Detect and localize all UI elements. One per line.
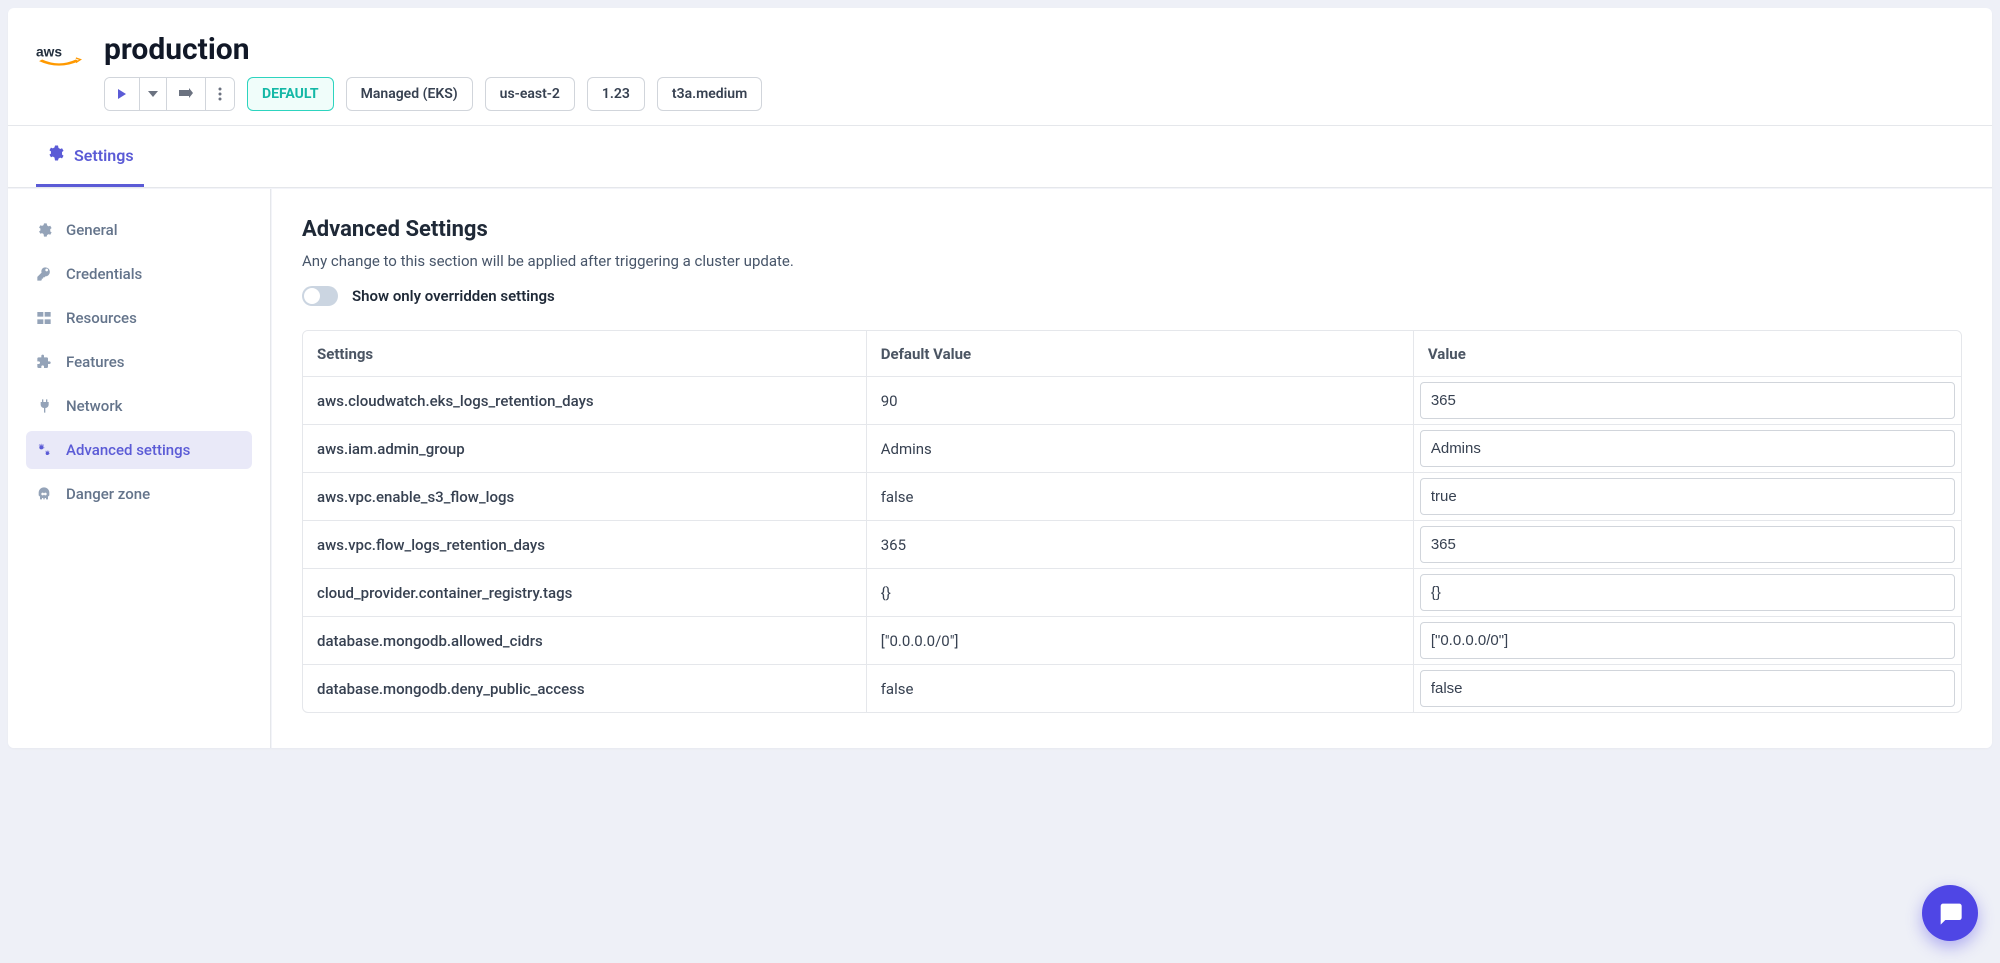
section-heading: Advanced Settings	[302, 217, 1962, 242]
setting-key: cloud_provider.container_registry.tags	[303, 569, 867, 617]
section-subtitle: Any change to this section will be appli…	[302, 252, 1962, 270]
sidebar-item-credentials[interactable]: Credentials	[26, 255, 252, 293]
chat-fab[interactable]	[1922, 885, 1978, 941]
col-header-settings: Settings	[303, 331, 867, 377]
deploy-button[interactable]	[167, 78, 206, 110]
setting-value-input[interactable]	[1420, 622, 1955, 659]
sidebar-item-label: General	[66, 221, 118, 239]
table-row: cloud_provider.container_registry.tags{}	[303, 569, 1961, 617]
toggle-label: Show only overridden settings	[352, 287, 555, 305]
gears-icon	[36, 442, 52, 458]
table-row: aws.cloudwatch.eks_logs_retention_days90	[303, 377, 1961, 425]
sidebar-item-label: Advanced settings	[66, 441, 190, 459]
setting-key: aws.vpc.enable_s3_flow_logs	[303, 473, 867, 521]
setting-value-input[interactable]	[1420, 430, 1955, 467]
col-header-default: Default Value	[867, 331, 1414, 377]
gear-icon	[36, 222, 52, 238]
cluster-status-pill[interactable]: DEFAULT	[247, 77, 334, 111]
table-row: aws.vpc.flow_logs_retention_days365	[303, 521, 1961, 569]
tab-label: Settings	[74, 146, 134, 165]
gear-icon	[46, 144, 64, 166]
play-dropdown-button[interactable]	[140, 78, 167, 110]
sidebar-item-label: Features	[66, 353, 124, 371]
sidebar-item-advanced-settings[interactable]: Advanced settings	[26, 431, 252, 469]
sidebar-item-features[interactable]: Features	[26, 343, 252, 381]
svg-text:aws: aws	[36, 44, 62, 59]
action-button-group	[104, 77, 235, 111]
sidebar-item-label: Resources	[66, 309, 137, 327]
setting-default: ["0.0.0.0/0"]	[867, 617, 1414, 665]
skull-icon	[36, 486, 52, 502]
setting-key: aws.iam.admin_group	[303, 425, 867, 473]
setting-value-cell	[1414, 521, 1961, 569]
setting-value-input[interactable]	[1420, 670, 1955, 707]
sidebar-item-danger-zone[interactable]: Danger zone	[26, 475, 252, 513]
plug-icon	[36, 398, 52, 414]
setting-default: false	[867, 665, 1414, 712]
setting-value-cell	[1414, 569, 1961, 617]
setting-value-input[interactable]	[1420, 382, 1955, 419]
sidebar-item-label: Danger zone	[66, 485, 150, 503]
setting-value-input[interactable]	[1420, 526, 1955, 563]
pill-instance: t3a.medium	[657, 77, 762, 111]
aws-logo: aws	[36, 44, 82, 90]
setting-value-cell	[1414, 473, 1961, 521]
col-header-value: Value	[1414, 331, 1961, 377]
setting-key: database.mongodb.deny_public_access	[303, 665, 867, 712]
setting-value-cell	[1414, 377, 1961, 425]
setting-key: aws.cloudwatch.eks_logs_retention_days	[303, 377, 867, 425]
play-button[interactable]	[105, 78, 140, 110]
sidebar-item-network[interactable]: Network	[26, 387, 252, 425]
setting-value-input[interactable]	[1420, 478, 1955, 515]
setting-value-cell	[1414, 425, 1961, 473]
settings-table: Settings Default Value Value aws.cloudwa…	[302, 330, 1962, 713]
setting-default: 90	[867, 377, 1414, 425]
table-row: aws.iam.admin_groupAdmins	[303, 425, 1961, 473]
setting-value-cell	[1414, 617, 1961, 665]
sidebar-item-resources[interactable]: Resources	[26, 299, 252, 337]
setting-default: false	[867, 473, 1414, 521]
sidebar-item-general[interactable]: General	[26, 211, 252, 249]
setting-default: {}	[867, 569, 1414, 617]
sidebar-item-label: Credentials	[66, 265, 142, 283]
pill-managed: Managed (EKS)	[346, 77, 473, 111]
settings-sidebar: General Credentials Resources Features N…	[8, 189, 271, 748]
table-row: database.mongodb.allowed_cidrs["0.0.0.0/…	[303, 617, 1961, 665]
setting-key: aws.vpc.flow_logs_retention_days	[303, 521, 867, 569]
key-icon	[36, 266, 52, 282]
pill-version: 1.23	[587, 77, 645, 111]
table-row: database.mongodb.deny_public_accessfalse	[303, 665, 1961, 712]
setting-value-cell	[1414, 665, 1961, 712]
puzzle-icon	[36, 354, 52, 370]
sidebar-item-label: Network	[66, 397, 122, 415]
more-actions-button[interactable]	[206, 78, 234, 110]
pill-region: us-east-2	[485, 77, 575, 111]
resources-icon	[36, 310, 52, 326]
page-title: production	[104, 32, 1964, 67]
setting-key: database.mongodb.allowed_cidrs	[303, 617, 867, 665]
setting-default: 365	[867, 521, 1414, 569]
tab-settings[interactable]: Settings	[36, 126, 144, 187]
show-overridden-toggle[interactable]	[302, 286, 338, 306]
table-row: aws.vpc.enable_s3_flow_logsfalse	[303, 473, 1961, 521]
setting-default: Admins	[867, 425, 1414, 473]
setting-value-input[interactable]	[1420, 574, 1955, 611]
